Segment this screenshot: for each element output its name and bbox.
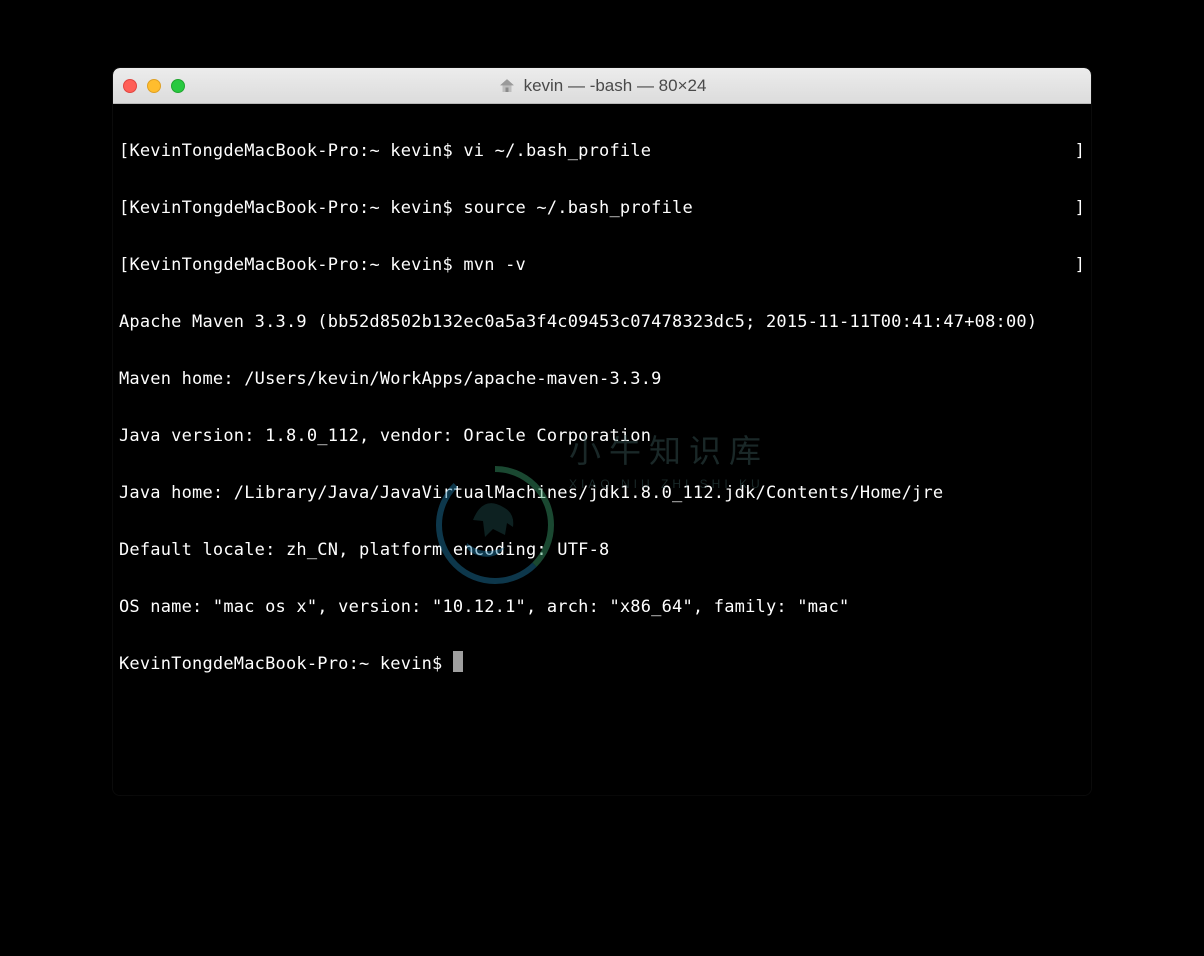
cursor — [453, 651, 463, 672]
terminal-body[interactable]: [KevinTongdeMacBook-Pro:~ kevin$ vi ~/.b… — [113, 104, 1091, 795]
output-line-4: Java home: /Library/Java/JavaVirtualMach… — [119, 479, 1085, 508]
bracket-close-3: ] — [1075, 251, 1085, 280]
bracket-open-3: [ — [119, 255, 129, 275]
title-bar-center: kevin — -bash — 80×24 — [113, 76, 1091, 96]
output-line-6: OS name: "mac os x", version: "10.12.1",… — [119, 593, 1085, 622]
zoom-button[interactable] — [171, 79, 185, 93]
bracket-open-1: [ — [119, 141, 129, 161]
output-line-3: Java version: 1.8.0_112, vendor: Oracle … — [119, 422, 1085, 451]
output-line-1: Apache Maven 3.3.9 (bb52d8502b132ec0a5a3… — [119, 308, 1085, 337]
window-title: kevin — -bash — 80×24 — [524, 76, 707, 96]
output-line-5: Default locale: zh_CN, platform encoding… — [119, 536, 1085, 565]
traffic-lights — [123, 79, 185, 93]
title-bar: kevin — -bash — 80×24 — [113, 68, 1091, 104]
command-3: mvn -v — [463, 255, 526, 275]
command-line-2: [KevinTongdeMacBook-Pro:~ kevin$ source … — [119, 194, 1085, 223]
current-prompt-line: KevinTongdeMacBook-Pro:~ kevin$ — [119, 650, 1085, 679]
terminal-window: kevin — -bash — 80×24 [KevinTongdeMacBoo… — [113, 68, 1091, 795]
output-line-2: Maven home: /Users/kevin/WorkApps/apache… — [119, 365, 1085, 394]
prompt-3: KevinTongdeMacBook-Pro:~ kevin$ — [129, 255, 452, 275]
bracket-open-2: [ — [119, 198, 129, 218]
command-2: source ~/.bash_profile — [463, 198, 693, 218]
bracket-close-1: ] — [1075, 137, 1085, 166]
command-line-1: [KevinTongdeMacBook-Pro:~ kevin$ vi ~/.b… — [119, 137, 1085, 166]
prompt-1: KevinTongdeMacBook-Pro:~ kevin$ — [129, 141, 452, 161]
prompt-2: KevinTongdeMacBook-Pro:~ kevin$ — [129, 198, 452, 218]
home-icon — [498, 77, 516, 95]
command-line-3: [KevinTongdeMacBook-Pro:~ kevin$ mvn -v] — [119, 251, 1085, 280]
bracket-close-2: ] — [1075, 194, 1085, 223]
minimize-button[interactable] — [147, 79, 161, 93]
prompt-current: KevinTongdeMacBook-Pro:~ kevin$ — [119, 654, 442, 674]
close-button[interactable] — [123, 79, 137, 93]
command-1: vi ~/.bash_profile — [463, 141, 651, 161]
